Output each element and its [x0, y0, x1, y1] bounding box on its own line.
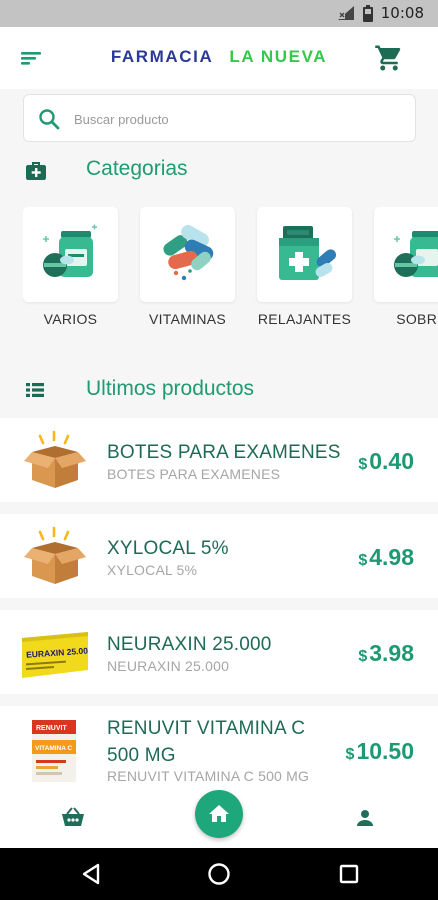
- medical-bag-icon: [26, 162, 46, 180]
- price-value: 4.98: [369, 544, 414, 570]
- status-time: 10:08: [380, 4, 424, 22]
- category-label: SOBRE: [396, 311, 438, 327]
- product-name: XYLOCAL 5%: [107, 538, 229, 559]
- category-card[interactable]: [374, 207, 438, 302]
- price-value: 3.98: [369, 640, 414, 666]
- product-row[interactable]: XYLOCAL 5% XYLOCAL 5% $4.98: [0, 514, 438, 598]
- home-circle-icon[interactable]: [206, 861, 232, 887]
- product-subtitle: XYLOCAL 5%: [107, 562, 198, 578]
- categories-list[interactable]: VARIOS VITAMINAS RELAJANTES SOBR: [23, 207, 438, 327]
- product-price: $0.40: [358, 448, 414, 475]
- price-currency: $: [358, 648, 368, 665]
- cart-icon[interactable]: [374, 43, 404, 73]
- price-currency: $: [345, 746, 355, 763]
- category-sobre[interactable]: SOBRE: [374, 207, 438, 327]
- categories-title: Categorias: [86, 157, 188, 180]
- product-name-line2: 500 MG: [107, 745, 176, 766]
- open-box-image: [24, 430, 86, 488]
- category-vitaminas[interactable]: VITAMINAS: [140, 207, 235, 327]
- products-title: Ultimos productos: [86, 377, 255, 400]
- renuvit-pack-brand: RENUVIT: [36, 725, 67, 732]
- renuvit-pack-image: RENUVIT VITAMINA C: [32, 720, 76, 782]
- battery-icon: [362, 4, 373, 22]
- app-header: FARMACIA LA NUEVA: [0, 27, 438, 89]
- category-label: RELAJANTES: [257, 311, 352, 327]
- search-input[interactable]: [74, 107, 394, 131]
- category-relajantes[interactable]: RELAJANTES: [257, 207, 352, 327]
- price-value: 10.50: [356, 738, 414, 764]
- list-icon: [26, 383, 44, 397]
- capsules-icon: [163, 225, 214, 281]
- status-icons: 10:08: [337, 4, 424, 22]
- medicine-box-icon: [279, 226, 337, 280]
- home-icon: [209, 805, 229, 822]
- product-name: NEURAXIN 25.000: [107, 634, 272, 655]
- user-icon[interactable]: [353, 806, 377, 830]
- category-varios[interactable]: VARIOS: [23, 207, 118, 327]
- neuraxin-pack-image: EURAXIN 25.000: [22, 632, 88, 678]
- category-card[interactable]: [23, 207, 118, 302]
- app-title: FARMACIA LA NUEVA: [0, 47, 438, 67]
- product-row[interactable]: RENUVIT VITAMINA C RENUVIT VITAMINA C 50…: [0, 706, 438, 786]
- price-currency: $: [358, 456, 368, 473]
- pills-bottle-icon: [43, 224, 97, 277]
- product-name: BOTES PARA EXAMENES: [107, 442, 341, 463]
- renuvit-pack-label: VITAMINA C: [35, 745, 72, 752]
- back-icon[interactable]: [78, 861, 104, 887]
- home-button[interactable]: [195, 790, 243, 838]
- product-price: $3.98: [358, 640, 414, 667]
- product-row[interactable]: BOTES PARA EXAMENES BOTES PARA EXAMENES …: [0, 418, 438, 502]
- price-value: 0.40: [369, 448, 414, 474]
- category-card[interactable]: [257, 207, 352, 302]
- product-price: $10.50: [346, 738, 414, 765]
- basket-icon[interactable]: [60, 806, 86, 828]
- category-card[interactable]: [140, 207, 235, 302]
- brand-farmacia: FARMACIA: [110, 47, 214, 66]
- pills-bottle-icon: [394, 231, 438, 277]
- search-icon: [39, 109, 60, 130]
- category-label: VARIOS: [43, 311, 98, 327]
- open-box-image: [24, 526, 86, 584]
- product-name: RENUVIT VITAMINA C: [107, 718, 306, 739]
- brand-la-nueva: LA NUEVA: [229, 47, 328, 66]
- status-bar: 10:08: [0, 0, 438, 27]
- product-subtitle: RENUVIT VITAMINA C 500 MG: [107, 768, 310, 784]
- category-label: VITAMINAS: [148, 311, 227, 327]
- product-row[interactable]: EURAXIN 25.000 NEURAXIN 25.000 NEURAXIN …: [0, 610, 438, 694]
- price-currency: $: [358, 552, 368, 569]
- recents-icon[interactable]: [336, 861, 362, 887]
- search-bar[interactable]: [23, 94, 416, 142]
- bottom-navigation: [0, 786, 438, 848]
- signal-icon: [337, 6, 354, 20]
- product-price: $4.98: [358, 544, 414, 571]
- product-subtitle: NEURAXIN 25.000: [107, 658, 230, 674]
- main-content[interactable]: Categorias VARIOS: [0, 89, 438, 786]
- product-subtitle: BOTES PARA EXAMENES: [107, 466, 281, 482]
- system-navigation-bar: [0, 848, 438, 900]
